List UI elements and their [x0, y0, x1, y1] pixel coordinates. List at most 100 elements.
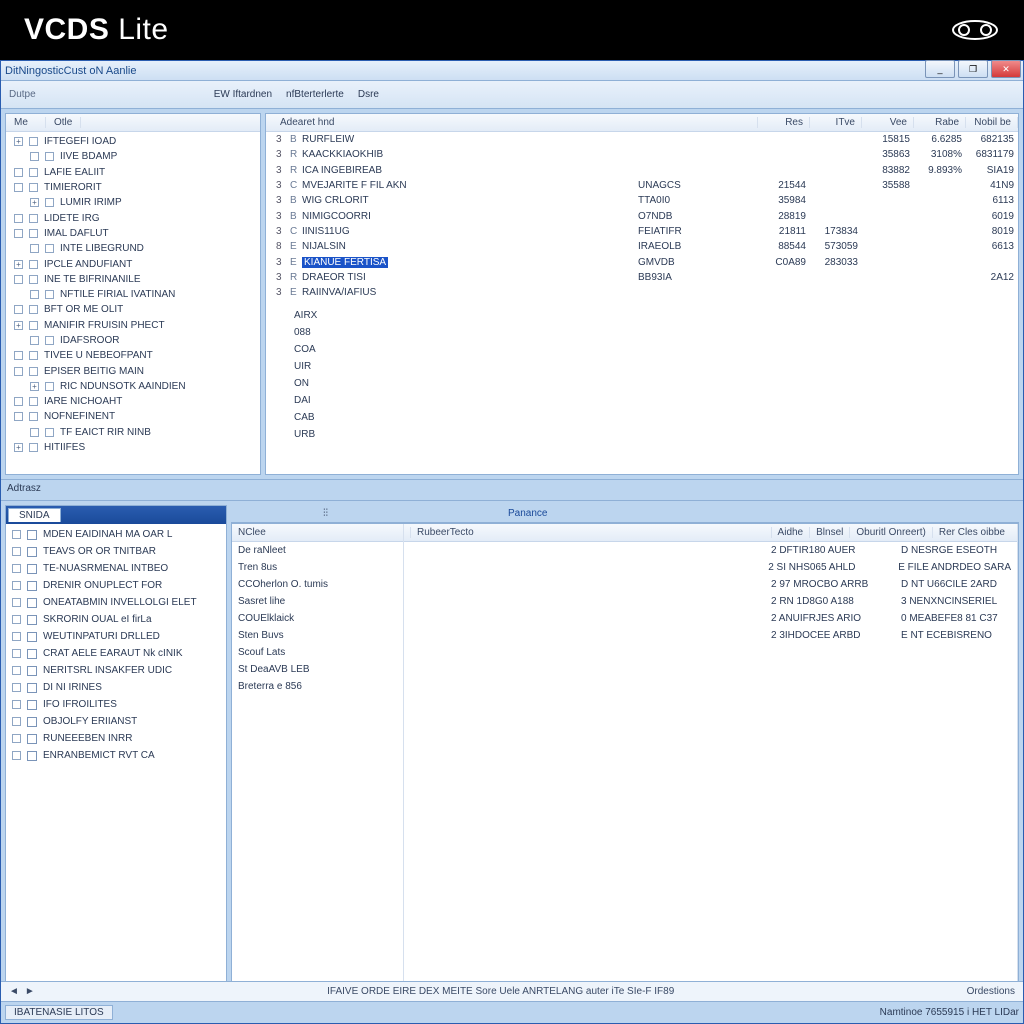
minimize-button[interactable]: _ — [925, 60, 955, 78]
expander-icon[interactable] — [14, 214, 23, 223]
expander-icon[interactable] — [12, 700, 21, 709]
footer-right[interactable]: Ordestions — [967, 986, 1015, 997]
tree-item[interactable]: IIVE BDAMP — [6, 149, 260, 164]
expander-icon[interactable] — [12, 598, 21, 607]
code-item[interactable]: AIRX — [266, 310, 1018, 327]
expander-icon[interactable] — [30, 336, 39, 345]
checkbox[interactable] — [27, 632, 37, 642]
expander-icon[interactable] — [12, 751, 21, 760]
expander-icon[interactable]: + — [14, 321, 23, 330]
result-row[interactable]: 2 ANUIFRJES ARIO0 MEABEFE8 81 C37 — [404, 610, 1017, 627]
code-item[interactable]: UIR — [266, 361, 1018, 378]
checkbox[interactable] — [27, 530, 37, 540]
tree-col-0[interactable]: Me — [6, 117, 46, 128]
list-item[interactable]: MDEN EAIDINAH MA OAR L — [6, 526, 226, 543]
tree-item[interactable]: NFTILE FIRIAL IVATINAN — [6, 287, 260, 302]
toolbar-item[interactable]: EW Iftardnen — [214, 89, 272, 100]
tree-item[interactable]: +RIC NDUNSOTK AAINDIEN — [6, 379, 260, 394]
property-row[interactable]: CCOherlon O. tumis — [232, 576, 403, 593]
code-item[interactable]: DAI — [266, 395, 1018, 412]
tree-item[interactable]: TIMIERORIT — [6, 180, 260, 195]
grid-row[interactable]: 3EKIANUE FERTISAGMVDBC0A89283033 — [266, 254, 1018, 269]
tree-item[interactable]: +IFTEGEFI IOAD — [6, 134, 260, 149]
checkbox[interactable] — [27, 717, 37, 727]
lower-left-tab[interactable]: SNIDA — [8, 508, 61, 522]
tree-item[interactable]: BFT OR ME OLIT — [6, 302, 260, 317]
tree-item[interactable]: IARE NICHOAHT — [6, 394, 260, 409]
result-row[interactable]: 2 3IHDOCEE ARBDE NT ECEBISRENO — [404, 627, 1017, 644]
tree-item[interactable]: TF EAICT RIR NINB — [6, 425, 260, 440]
list-item[interactable]: TEAVS OR OR TNITBAR — [6, 543, 226, 560]
checkbox[interactable] — [27, 615, 37, 625]
code-item[interactable]: URB — [266, 429, 1018, 446]
list-item[interactable]: CRAT AELE EARAUT Nk cINIK — [6, 645, 226, 662]
tree-item[interactable]: +MANIFIR FRUISIN PHECT — [6, 318, 260, 333]
checkbox[interactable] — [27, 666, 37, 676]
lr-col2-hcell[interactable]: RubeerTecto — [410, 527, 771, 538]
titlebar[interactable]: DitNingosticCust oN Aanlie — [1, 61, 1023, 81]
expander-icon[interactable] — [12, 666, 21, 675]
drag-handle-icon[interactable]: ⫶⫶ — [323, 508, 328, 519]
expander-icon[interactable] — [30, 152, 39, 161]
close-button[interactable]: ✕ — [991, 60, 1021, 78]
list-item[interactable]: SKRORIN OUAL eI firLa — [6, 611, 226, 628]
checkbox[interactable] — [27, 581, 37, 591]
property-row[interactable]: De raNleet — [232, 542, 403, 559]
lr-col2-hcell[interactable]: Aidhe — [771, 527, 810, 538]
expander-icon[interactable] — [12, 581, 21, 590]
checkbox[interactable] — [27, 683, 37, 693]
result-row[interactable]: 2 RN 1D8G0 A1883 NENXNCINSERIEL — [404, 593, 1017, 610]
code-item[interactable]: CAB — [266, 412, 1018, 429]
grid-row[interactable]: 3CIINIS11UGFEIATIFR218111738348019 — [266, 224, 1018, 239]
grid-row[interactable]: 3ERAIINVA/IAFIUS — [266, 285, 1018, 300]
grid-col-c2[interactable]: ITve — [810, 117, 862, 128]
grid-row[interactable]: 3CMVEJARITE F FIL AKNUNAGCS215443558841N… — [266, 178, 1018, 193]
grid-col-c1[interactable]: Res — [758, 117, 810, 128]
grid-row[interactable]: 3RKAACKKIAOKHIB358633108%6831179 — [266, 147, 1018, 162]
grid-row[interactable]: 3BWIG CRLORITTTA0I0359846113 — [266, 193, 1018, 208]
expander-icon[interactable] — [30, 244, 39, 253]
result-row[interactable]: 2 SI NHS065 AHLDE FILE ANDRDEO SARA — [404, 559, 1017, 576]
expander-icon[interactable] — [12, 632, 21, 641]
tree-item[interactable]: IDAFSROOR — [6, 333, 260, 348]
result-row[interactable]: 2 DFTIR180 AUERD NESRGE ESEOTH — [404, 542, 1017, 559]
lr-col2-hcell[interactable]: Rer Cles oibbe — [932, 527, 1011, 538]
tree-item[interactable]: IMAL DAFLUT — [6, 226, 260, 241]
expander-icon[interactable] — [12, 734, 21, 743]
expander-icon[interactable] — [12, 615, 21, 624]
tree-item[interactable]: NOFNEFINENT — [6, 409, 260, 424]
tree-item[interactable]: INE TE BIFRINANILE — [6, 272, 260, 287]
tree-col-1[interactable]: Otle — [46, 117, 81, 128]
expander-icon[interactable] — [12, 564, 21, 573]
lr-col2-hcell[interactable]: Blnsel — [809, 527, 849, 538]
list-item[interactable]: DI NI IRINES — [6, 679, 226, 696]
expander-icon[interactable] — [14, 412, 23, 421]
expander-icon[interactable] — [14, 367, 23, 376]
mid-splitter[interactable]: Adtrasz — [1, 479, 1023, 501]
code-item[interactable]: COA — [266, 344, 1018, 361]
lr-col2-hcell[interactable]: Oburitl Onreert) — [849, 527, 931, 538]
expander-icon[interactable] — [14, 183, 23, 192]
scroll-right-icon[interactable]: ► — [25, 986, 35, 997]
expander-icon[interactable] — [30, 290, 39, 299]
expander-icon[interactable] — [14, 168, 23, 177]
expander-icon[interactable] — [30, 428, 39, 437]
tree-item[interactable]: EPISER BEITIG MAIN — [6, 363, 260, 378]
lr-col1-header[interactable]: NClee — [238, 527, 266, 538]
grid-row[interactable]: 3BNIMIGCOORRIO7NDB288196019 — [266, 208, 1018, 223]
tree-item[interactable]: INTE LIBEGRUND — [6, 241, 260, 256]
toolbar-item[interactable]: Dsre — [358, 89, 379, 100]
list-item[interactable]: NERITSRL INSAKFER UDIC — [6, 662, 226, 679]
expander-icon[interactable] — [12, 530, 21, 539]
expander-icon[interactable]: + — [14, 260, 23, 269]
tree-item[interactable]: LAFIE EALIIT — [6, 165, 260, 180]
expander-icon[interactable] — [14, 305, 23, 314]
property-row[interactable]: Tren 8us — [232, 559, 403, 576]
result-row[interactable]: 2 97 MROCBO ARRBD NT U66CILE 2ARD — [404, 576, 1017, 593]
grid-col-c5[interactable]: Nobil be — [966, 117, 1018, 128]
property-row[interactable]: Scouf Lats — [232, 644, 403, 661]
checkbox[interactable] — [27, 598, 37, 608]
tree-item[interactable]: +LUMIR IRIMP — [6, 195, 260, 210]
expander-icon[interactable] — [12, 649, 21, 658]
toolbar-item[interactable]: nfBterterlerte — [286, 89, 344, 100]
